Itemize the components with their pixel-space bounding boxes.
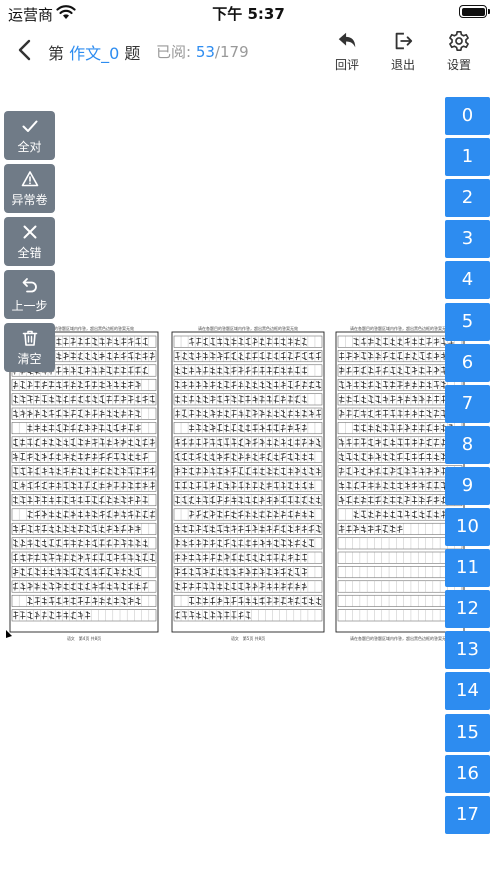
trash-icon bbox=[22, 330, 37, 346]
undo-icon bbox=[22, 278, 37, 293]
gear-icon bbox=[449, 31, 469, 51]
exit-button[interactable]: 退出 bbox=[383, 30, 423, 74]
all-correct-label: 全对 bbox=[17, 140, 42, 154]
nav-bar: 第 作文_0 题 已阅: 53/179 回评 退出 设置 bbox=[0, 26, 497, 76]
title-prefix: 第 bbox=[48, 44, 70, 63]
exit-label: 退出 bbox=[390, 58, 415, 72]
essay-page-1: 请在各题目的答题区域内作答，超出黑色边框的答案无效语文 第4页 共8页 bbox=[9, 325, 159, 641]
abnormal-paper-button[interactable]: 异常卷 bbox=[4, 164, 55, 213]
score-button-5[interactable]: 5 bbox=[445, 302, 490, 341]
review-label: 回评 bbox=[334, 58, 359, 72]
score-button-1[interactable]: 1 bbox=[445, 138, 490, 177]
score-button-11[interactable]: 11 bbox=[445, 549, 490, 588]
score-button-13[interactable]: 13 bbox=[445, 631, 490, 670]
settings-button[interactable]: 设置 bbox=[439, 30, 479, 74]
scanned-essay-pages: 请在各题目的答题区域内作答，超出黑色边框的答案无效语文 第4页 共8页请在各题目… bbox=[6, 325, 465, 641]
close-icon bbox=[23, 225, 36, 239]
score-button-15[interactable]: 15 bbox=[445, 713, 490, 752]
score-button-9[interactable]: 9 bbox=[445, 466, 490, 505]
score-button-12[interactable]: 12 bbox=[445, 590, 490, 629]
all-correct-button[interactable]: 全对 bbox=[4, 111, 55, 160]
previous-step-label: 上一步 bbox=[11, 299, 48, 313]
back-chevron-icon[interactable] bbox=[14, 38, 38, 62]
score-button-16[interactable]: 16 bbox=[445, 754, 490, 793]
page-footer-text: 语文 第5页 共8页 bbox=[231, 635, 265, 641]
undo-arrow-icon bbox=[338, 32, 356, 48]
score-button-7[interactable]: 7 bbox=[445, 384, 490, 423]
status-time: 下午 5:37 bbox=[212, 5, 285, 23]
warning-icon bbox=[21, 171, 38, 187]
page-footer-text: 语文 第4页 共8页 bbox=[67, 635, 101, 641]
page-footer-text: 请在各题目的答题区域内作答，超出黑色边框的答案无效 bbox=[350, 635, 450, 641]
score-button-4[interactable]: 4 bbox=[445, 261, 490, 300]
score-button-0[interactable]: 0 bbox=[445, 97, 490, 135]
status-bar: 运营商 下午 5:37 bbox=[0, 0, 497, 26]
title-suffix: 题 bbox=[119, 44, 141, 63]
exit-icon bbox=[395, 32, 413, 50]
page-header-text: 请在各题目的答题区域内作答，超出黑色边框的答案无效 bbox=[350, 325, 450, 331]
battery-icon bbox=[459, 5, 490, 18]
score-button-17[interactable]: 17 bbox=[445, 795, 490, 834]
page-header-text: 请在各题目的答题区域内作答，超出黑色边框的答案无效 bbox=[198, 325, 298, 331]
essay-page-2: 请在各题目的答题区域内作答，超出黑色边框的答案无效语文 第5页 共8页 bbox=[171, 325, 325, 641]
question-name: 作文_0 bbox=[69, 44, 120, 63]
score-button-14[interactable]: 14 bbox=[445, 672, 490, 711]
read-progress: 已阅: 53/179 bbox=[156, 41, 249, 62]
check-icon bbox=[22, 120, 37, 132]
read-label: 已阅: bbox=[156, 43, 196, 61]
answer-sheet-image: 请在各题目的答题区域内作答，超出黑色边框的答案无效 语文 第4页 共8页 请在各题目… bbox=[6, 322, 468, 642]
page-title: 第 作文_0 题 bbox=[48, 40, 140, 64]
previous-step-button[interactable]: 上一步 bbox=[4, 270, 55, 319]
score-button-8[interactable]: 8 bbox=[445, 425, 490, 464]
read-total: 179 bbox=[219, 43, 249, 61]
abnormal-paper-label: 异常卷 bbox=[11, 193, 48, 207]
all-wrong-button[interactable]: 全错 bbox=[4, 217, 55, 266]
score-button-2[interactable]: 2 bbox=[445, 179, 490, 218]
read-count: 53 bbox=[195, 43, 215, 61]
score-button-10[interactable]: 10 bbox=[445, 508, 490, 546]
score-button-6[interactable]: 6 bbox=[445, 343, 490, 382]
settings-label: 设置 bbox=[446, 58, 471, 72]
clear-label: 清空 bbox=[17, 352, 42, 366]
review-button[interactable]: 回评 bbox=[327, 30, 367, 74]
all-wrong-label: 全错 bbox=[17, 246, 42, 260]
clear-button[interactable]: 清空 bbox=[4, 323, 55, 372]
score-button-3[interactable]: 3 bbox=[445, 220, 490, 259]
